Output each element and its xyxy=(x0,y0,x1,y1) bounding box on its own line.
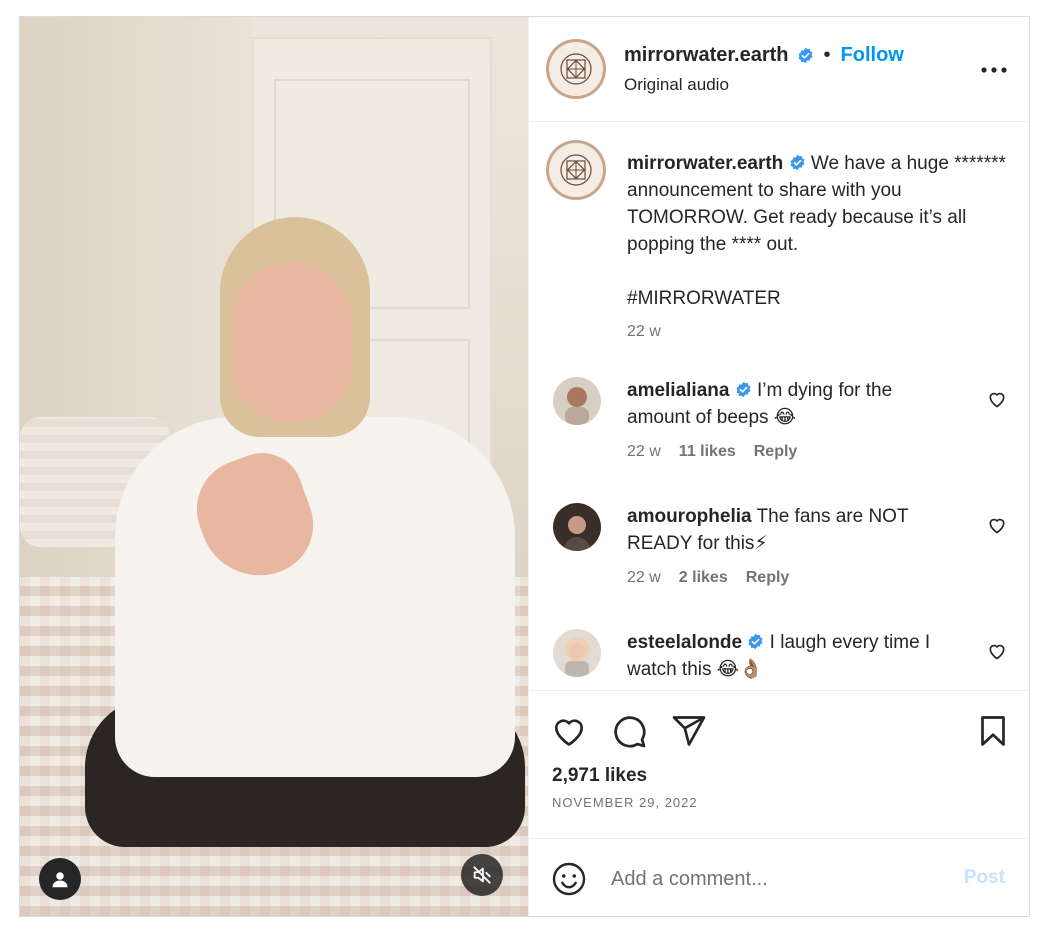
bookmark-icon[interactable] xyxy=(975,713,1011,749)
verified-badge-icon xyxy=(736,381,751,398)
caption-avatar[interactable] xyxy=(546,140,606,200)
post-header: mirrorwater.earth • Follow Original audi… xyxy=(529,17,1031,122)
post-date[interactable]: NOVEMBER 29, 2022 xyxy=(552,795,698,810)
commenter-avatar[interactable] xyxy=(553,377,601,425)
caption-timestamp[interactable]: 22 w xyxy=(627,323,661,341)
comments-section[interactable]: mirrorwater.earth We have a huge *******… xyxy=(529,123,1031,690)
comment-meta: 22 w 11 likes Reply xyxy=(627,443,797,461)
comment-input[interactable] xyxy=(611,859,941,899)
brand-logo-icon xyxy=(560,154,592,186)
separator-dot: • xyxy=(823,44,831,66)
user-tag-button[interactable] xyxy=(39,858,81,900)
verified-badge-icon xyxy=(748,633,763,650)
heart-icon[interactable] xyxy=(987,389,1007,409)
comment-reply-button[interactable]: Reply xyxy=(746,569,790,587)
comment-reply-button[interactable]: Reply xyxy=(754,443,798,461)
heart-icon[interactable] xyxy=(551,713,587,749)
verified-badge-icon xyxy=(798,47,813,64)
post-actions: 2,971 likes NOVEMBER 29, 2022 xyxy=(529,690,1031,838)
caption-text: mirrorwater.earth We have a huge *******… xyxy=(627,150,1007,312)
comment-username[interactable]: amourophelia xyxy=(627,506,752,527)
account-username[interactable]: mirrorwater.earth xyxy=(624,44,789,67)
video-player[interactable] xyxy=(20,17,528,916)
comment-text: amelialiana I’m dying for the amount of … xyxy=(627,377,957,431)
comment-meta: 22 w 2 likes Reply xyxy=(627,569,789,587)
caption-username[interactable]: mirrorwater.earth xyxy=(627,153,783,174)
more-options-icon xyxy=(981,67,1007,73)
add-comment-bar: Post xyxy=(529,838,1031,916)
audio-label[interactable]: Original audio xyxy=(624,75,729,95)
caption-hashtag[interactable]: #MIRRORWATER xyxy=(627,285,1007,312)
comment-text: amourophelia The fans are NOT READY for … xyxy=(627,503,957,557)
commenter-avatar[interactable] xyxy=(553,503,601,551)
account-avatar[interactable] xyxy=(546,39,606,99)
mute-toggle-button[interactable] xyxy=(461,854,503,896)
brand-logo-icon xyxy=(560,53,592,85)
comment-likes[interactable]: 2 likes xyxy=(679,569,728,587)
user-icon xyxy=(52,872,68,888)
comment-timestamp[interactable]: 22 w xyxy=(627,569,661,587)
comment-username[interactable]: esteelalonde xyxy=(627,632,742,653)
follow-button[interactable]: Follow xyxy=(841,44,904,67)
post-side-panel: mirrorwater.earth • Follow Original audi… xyxy=(528,17,1031,916)
comment-bubble-icon[interactable] xyxy=(611,713,647,749)
smiley-icon[interactable] xyxy=(551,861,587,897)
comment-text: esteelalonde I laugh every time I watch … xyxy=(627,629,957,683)
muted-speaker-icon xyxy=(473,866,491,884)
post-comment-button[interactable]: Post xyxy=(964,867,1005,889)
paper-plane-icon[interactable] xyxy=(671,713,707,749)
comment-username[interactable]: amelialiana xyxy=(627,380,729,401)
post-container: mirrorwater.earth • Follow Original audi… xyxy=(19,16,1031,917)
likes-count[interactable]: 2,971 likes xyxy=(552,765,647,787)
heart-icon[interactable] xyxy=(987,515,1007,535)
comment-likes[interactable]: 11 likes xyxy=(679,443,736,461)
verified-badge-icon xyxy=(790,154,805,171)
action-icons-row xyxy=(551,713,1011,749)
comment-timestamp[interactable]: 22 w xyxy=(627,443,661,461)
more-options-button[interactable] xyxy=(979,55,1009,85)
commenter-avatar[interactable] xyxy=(553,629,601,677)
heart-icon[interactable] xyxy=(987,641,1007,661)
